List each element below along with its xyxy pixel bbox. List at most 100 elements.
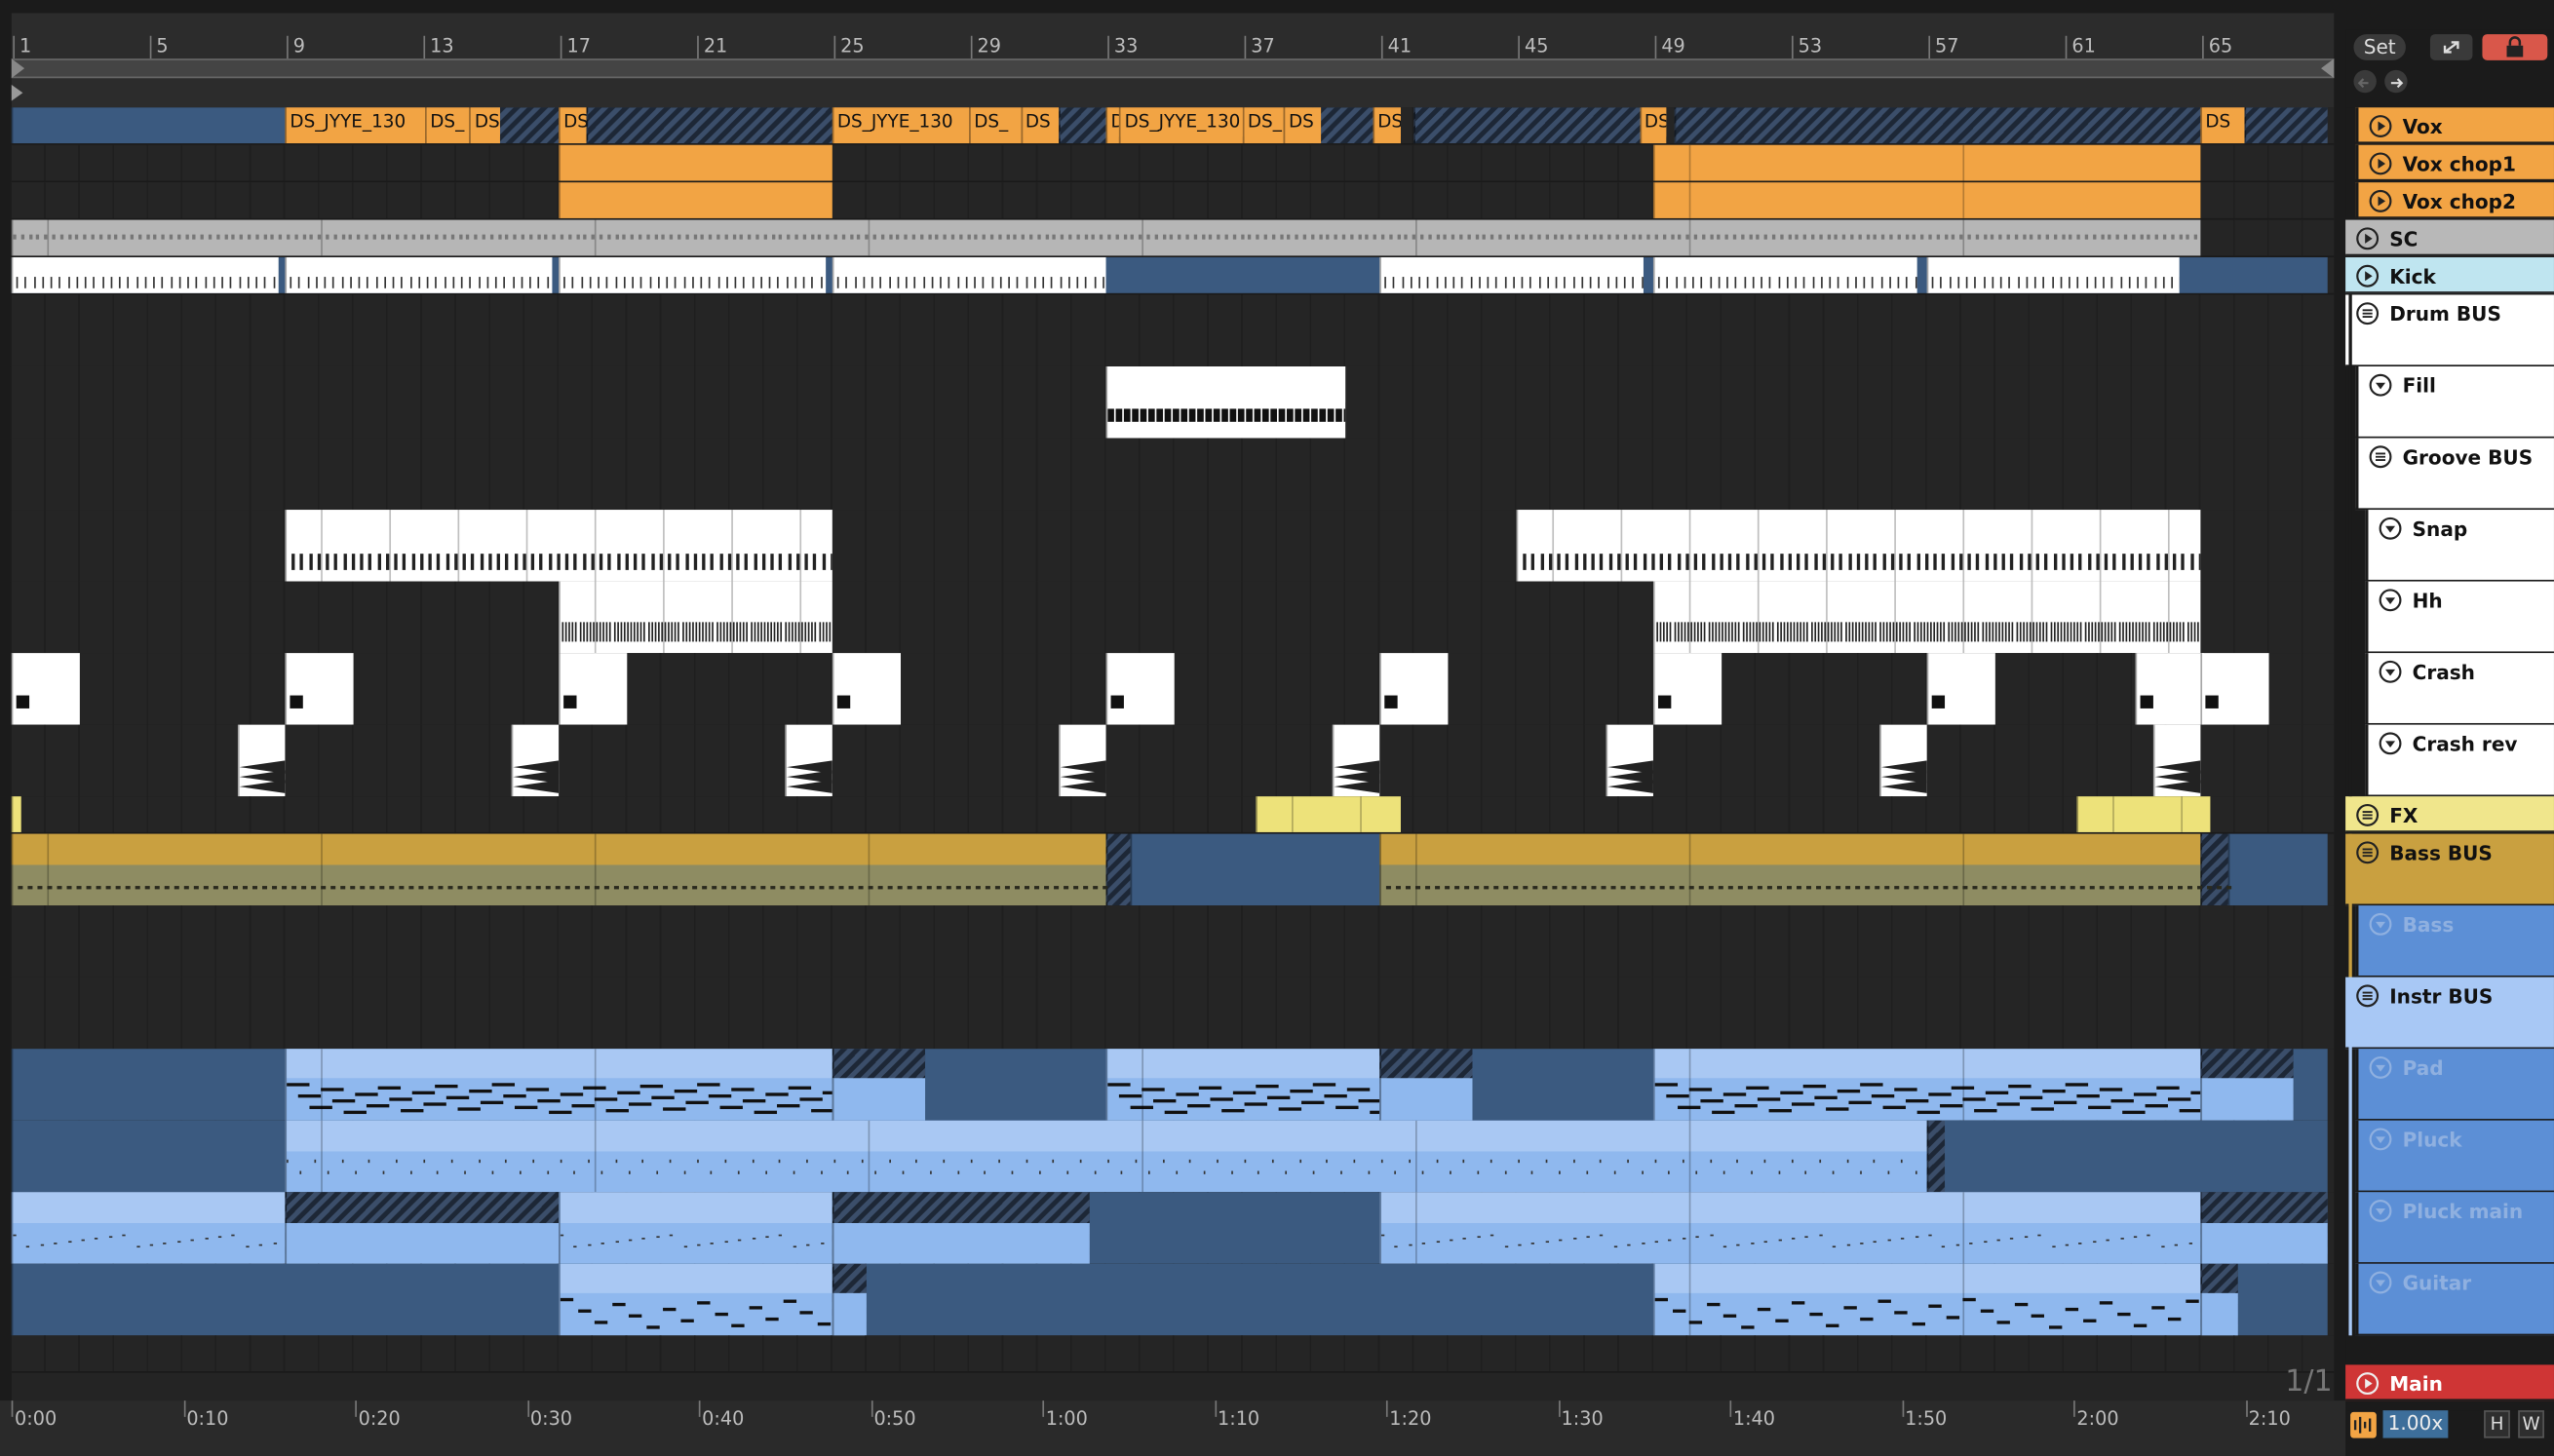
- clip[interactable]: [2135, 653, 2204, 725]
- clip[interactable]: DS_JYYE_130: [285, 107, 426, 144]
- fold-icon[interactable]: [2379, 731, 2403, 755]
- lane-bass[interactable]: [11, 905, 2335, 979]
- clip[interactable]: [1652, 257, 1917, 293]
- h-button[interactable]: H: [2484, 1410, 2510, 1438]
- track-lanes[interactable]: DS_JYYE_130DS_DSDSDS_JYYE_130DS_DSDSDS_J…: [11, 107, 2335, 1401]
- clip[interactable]: [1516, 510, 2201, 582]
- fold-icon[interactable]: [2368, 1055, 2392, 1080]
- fold-icon[interactable]: [2368, 912, 2392, 937]
- lane-vox-chop1[interactable]: [11, 144, 2335, 183]
- empty-clip[interactable]: [11, 107, 286, 144]
- lane-main[interactable]: [11, 1335, 2335, 1373]
- set-button[interactable]: Set: [2353, 34, 2406, 60]
- clip[interactable]: [832, 653, 902, 725]
- fold-icon[interactable]: [2379, 660, 2403, 684]
- track-header-bass[interactable]: Bass: [2355, 905, 2554, 977]
- lane-kick[interactable]: [11, 257, 2335, 295]
- play-icon[interactable]: [2355, 226, 2380, 250]
- lane-fx[interactable]: [11, 796, 2335, 834]
- track-header-hh[interactable]: Hh: [2365, 581, 2554, 654]
- clip[interactable]: [11, 653, 80, 725]
- clip[interactable]: [559, 144, 832, 181]
- lane-hh[interactable]: [11, 581, 2335, 655]
- track-header-vox-chop2[interactable]: Vox chop2: [2355, 182, 2554, 218]
- w-button[interactable]: W: [2518, 1410, 2544, 1438]
- lane-groove-bus[interactable]: [11, 438, 2335, 512]
- loop-start-marker[interactable]: [11, 58, 25, 79]
- clip[interactable]: DS: [1283, 107, 1322, 144]
- group-icon[interactable]: [2355, 301, 2380, 326]
- clip[interactable]: [559, 257, 826, 293]
- clip[interactable]: [1105, 653, 1175, 725]
- play-icon[interactable]: [2368, 114, 2392, 138]
- track-header-vox[interactable]: Vox: [2355, 107, 2554, 144]
- clip[interactable]: [285, 510, 832, 582]
- nav-forward-button[interactable]: [2384, 69, 2408, 94]
- clip[interactable]: DS: [1373, 107, 1401, 144]
- lock-button[interactable]: [2482, 34, 2548, 60]
- lane-guitar[interactable]: [11, 1263, 2335, 1365]
- lane-instr-bus[interactable]: [11, 977, 2335, 1051]
- fold-icon[interactable]: [2368, 373, 2392, 398]
- clip[interactable]: [1379, 653, 1449, 725]
- loop-end-marker[interactable]: [2321, 58, 2335, 79]
- clip[interactable]: [1058, 724, 1106, 797]
- clip[interactable]: [1926, 1120, 1945, 1193]
- clip[interactable]: [11, 219, 2201, 256]
- lane-snap[interactable]: [11, 510, 2335, 584]
- clip[interactable]: DS: [1020, 107, 1059, 144]
- lane-sc[interactable]: [11, 219, 2335, 258]
- clip[interactable]: [1379, 257, 1644, 293]
- group-icon[interactable]: [2355, 983, 2380, 1008]
- clip[interactable]: [1058, 107, 1106, 144]
- clip[interactable]: [1652, 653, 1722, 725]
- clip[interactable]: [1674, 107, 2201, 144]
- clip[interactable]: [1652, 1263, 2201, 1336]
- clip[interactable]: [1332, 724, 1380, 797]
- clip[interactable]: DS_: [969, 107, 1021, 144]
- track-header-crash[interactable]: Crash: [2365, 653, 2554, 725]
- lane-crash[interactable]: [11, 653, 2335, 727]
- track-header-main[interactable]: Main: [2345, 1364, 2554, 1401]
- fold-icon[interactable]: [2368, 1199, 2392, 1223]
- play-icon[interactable]: [2355, 1371, 2380, 1396]
- track-header-fill[interactable]: Fill: [2355, 365, 2554, 439]
- clip[interactable]: [586, 107, 832, 144]
- fold-icon[interactable]: [2379, 588, 2403, 612]
- clip[interactable]: [11, 833, 1106, 906]
- play-icon[interactable]: [2368, 151, 2392, 175]
- track-header-vox-chop1[interactable]: Vox chop1: [2355, 144, 2554, 181]
- track-header-drum-bus[interactable]: Drum BUS: [2345, 294, 2554, 366]
- track-header-sc[interactable]: SC: [2345, 219, 2554, 256]
- track-header-instr-bus[interactable]: Instr BUS: [2345, 977, 2554, 1050]
- clip[interactable]: [1130, 833, 1380, 906]
- clip[interactable]: [832, 257, 1106, 293]
- clip[interactable]: [559, 1192, 832, 1264]
- clip[interactable]: DS: [469, 107, 501, 144]
- lane-pluck[interactable]: [11, 1120, 2335, 1194]
- clip[interactable]: [1878, 724, 1927, 797]
- clip[interactable]: [1413, 107, 1653, 144]
- fold-icon[interactable]: [2368, 1270, 2392, 1294]
- lane-vox[interactable]: DS_JYYE_130DS_DSDSDS_JYYE_130DS_DSDSDS_J…: [11, 107, 2335, 145]
- track-header-pad[interactable]: Pad: [2355, 1049, 2554, 1121]
- clip[interactable]: [11, 257, 279, 293]
- clip[interactable]: [559, 182, 832, 218]
- lane-pad[interactable]: [11, 1049, 2335, 1150]
- clip[interactable]: DS: [559, 107, 587, 144]
- clip[interactable]: [1379, 833, 2201, 906]
- clip[interactable]: [1105, 1049, 1380, 1121]
- clip[interactable]: [2077, 796, 2211, 832]
- nav-back-button[interactable]: [2353, 69, 2377, 94]
- start-marker[interactable]: [11, 84, 23, 101]
- lane-drum-bus[interactable]: [11, 294, 2335, 368]
- clip[interactable]: [559, 581, 832, 654]
- arrangement-area[interactable]: 1 5 9 13 17 21 25 29 33 37 41 45 49 53 57 61 65 DS_JYYE_…: [11, 13, 2335, 1401]
- clip[interactable]: DS: [1639, 107, 1667, 144]
- clip[interactable]: [285, 1049, 832, 1121]
- clip[interactable]: [1105, 365, 1346, 439]
- clip[interactable]: [1652, 1049, 2201, 1121]
- clip[interactable]: DS_JYYE_130: [1119, 107, 1243, 144]
- clip[interactable]: DS_: [425, 107, 470, 144]
- clip[interactable]: [285, 653, 354, 725]
